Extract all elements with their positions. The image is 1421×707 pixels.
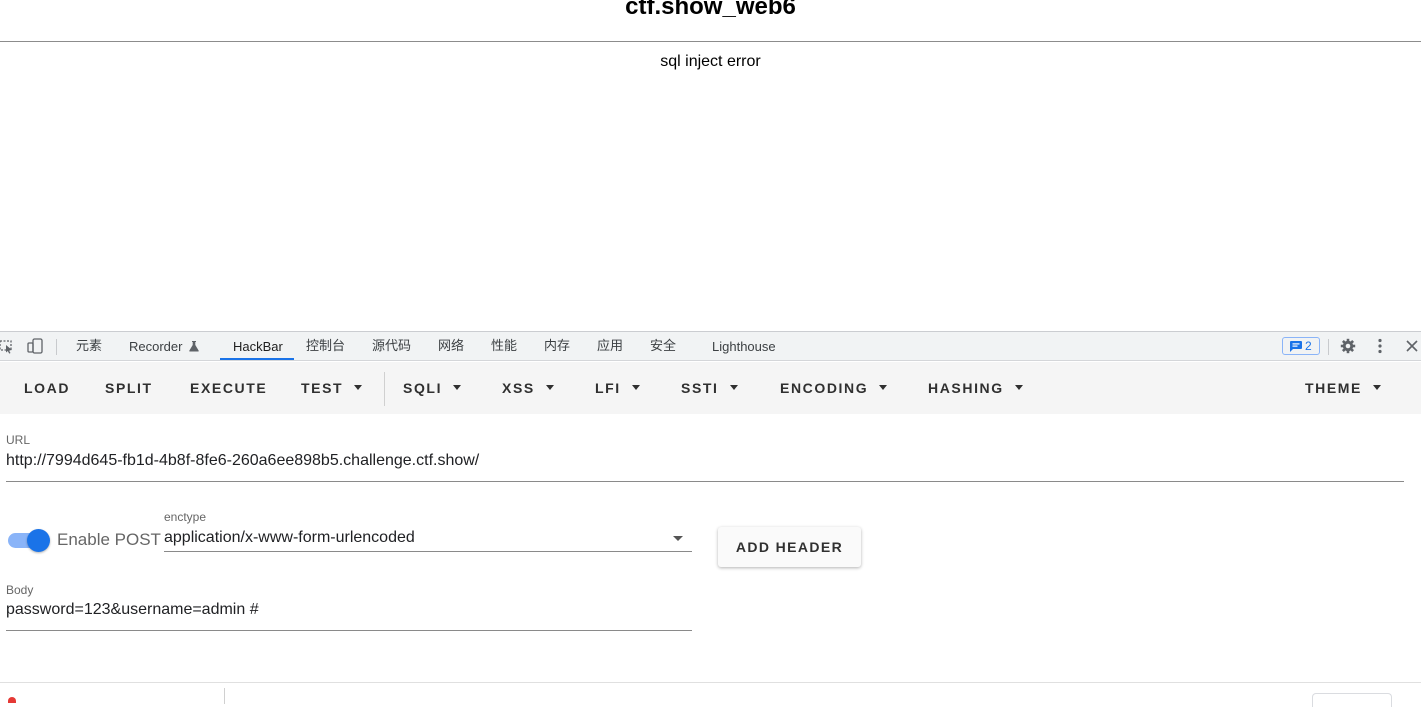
url-input-underline [6, 481, 1404, 482]
url-input[interactable]: http://7994d645-fb1d-4b8f-8fe6-260a6ee89… [6, 451, 479, 471]
encoding-menu-button[interactable]: ENCODING [780, 362, 888, 414]
execute-button[interactable]: EXECUTE [190, 362, 267, 414]
chevron-down-icon [1373, 384, 1381, 390]
tab-memory[interactable]: 内存 [544, 332, 570, 361]
drawer-separator [224, 688, 225, 704]
ssti-menu-label: SSTI [681, 380, 719, 396]
chevron-down-icon[interactable] [673, 536, 683, 541]
enctype-select[interactable]: application/x-www-form-urlencoded [164, 528, 415, 548]
active-tab-indicator [220, 358, 294, 360]
chevron-down-icon [453, 384, 462, 390]
issues-badge[interactable]: 2 [1282, 337, 1320, 355]
enable-post-label: Enable POST [57, 530, 161, 549]
body-label: Body [6, 583, 34, 597]
tab-recorder[interactable]: Recorder [129, 332, 199, 361]
devtools-panel: 元素 Recorder HackBar 控制台 源代码 网络 性能 内存 应用 … [0, 331, 1421, 707]
hackbar-toolbar: LOAD SPLIT EXECUTE TEST SQLI XSS LFI SST… [0, 362, 1421, 414]
page-title: ctf.show_web6 [625, 0, 796, 20]
sqli-menu-button[interactable]: SQLI [403, 362, 462, 414]
chevron-down-icon [354, 384, 363, 390]
add-header-button[interactable]: ADD HEADER [718, 527, 861, 567]
issues-count: 2 [1305, 339, 1312, 353]
error-indicator-icon [8, 697, 16, 703]
chevron-down-icon [631, 384, 640, 390]
tab-console[interactable]: 控制台 [306, 332, 345, 361]
xss-menu-label: XSS [502, 380, 535, 396]
settings-gear-icon[interactable] [1340, 338, 1356, 354]
toolbar-divider [384, 372, 385, 406]
hashing-menu-label: HASHING [928, 380, 1004, 396]
message-icon [1290, 341, 1302, 352]
tab-recorder-label: Recorder [129, 339, 183, 354]
page-message: sql inject error [660, 53, 761, 70]
tab-sources[interactable]: 源代码 [372, 332, 411, 361]
tab-performance[interactable]: 性能 [491, 332, 517, 361]
hashing-menu-button[interactable]: HASHING [928, 362, 1023, 414]
tabbar-separator [1328, 339, 1329, 355]
load-button[interactable]: LOAD [24, 362, 70, 414]
sqli-menu-label: SQLI [403, 380, 443, 396]
enctype-select-underline [164, 551, 692, 552]
chevron-down-icon [545, 384, 554, 390]
tabbar-separator [56, 339, 57, 355]
lfi-menu-label: LFI [595, 380, 621, 396]
test-menu-button[interactable]: TEST [301, 362, 363, 414]
body-input-underline [6, 630, 692, 631]
ssti-menu-button[interactable]: SSTI [681, 362, 738, 414]
tab-elements[interactable]: 元素 [76, 332, 102, 361]
more-options-icon[interactable] [1372, 338, 1388, 354]
chevron-down-icon [1014, 384, 1023, 390]
lfi-menu-button[interactable]: LFI [595, 362, 640, 414]
chevron-down-icon [879, 384, 888, 390]
theme-menu-button[interactable]: THEME [1305, 362, 1381, 414]
devtools-tabbar: 元素 Recorder HackBar 控制台 源代码 网络 性能 内存 应用 … [0, 331, 1421, 361]
page-divider [0, 41, 1421, 42]
test-menu-label: TEST [301, 380, 344, 396]
tab-lighthouse[interactable]: Lighthouse [712, 332, 776, 361]
split-button[interactable]: SPLIT [105, 362, 153, 414]
xss-menu-button[interactable]: XSS [502, 362, 554, 414]
enctype-label: enctype [164, 510, 207, 524]
flask-icon [189, 341, 199, 352]
url-label: URL [6, 433, 31, 447]
drawer-divider [0, 682, 1421, 683]
tab-security[interactable]: 安全 [650, 332, 676, 361]
enable-post-toggle-knob[interactable] [27, 529, 50, 552]
tab-application[interactable]: 应用 [597, 332, 623, 361]
chevron-down-icon [729, 384, 738, 390]
tab-hackbar[interactable]: HackBar [233, 332, 283, 361]
drawer-control[interactable] [1312, 693, 1392, 707]
close-icon[interactable] [1405, 338, 1421, 354]
inspect-element-icon[interactable] [0, 338, 14, 354]
device-toolbar-icon[interactable] [27, 338, 43, 354]
encoding-menu-label: ENCODING [780, 380, 869, 396]
body-input[interactable]: password=123&username=admin # [6, 600, 259, 620]
theme-menu-label: THEME [1305, 380, 1362, 396]
tab-network[interactable]: 网络 [438, 332, 464, 361]
